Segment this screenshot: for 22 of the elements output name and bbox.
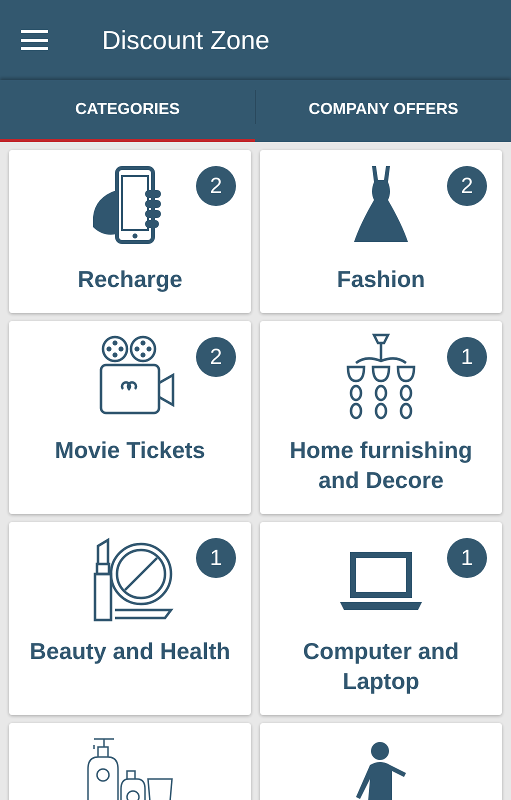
menu-icon[interactable] xyxy=(21,30,48,50)
app-title: Discount Zone xyxy=(102,24,270,56)
category-card[interactable]: 2 Recharge xyxy=(9,150,251,313)
category-label: Beauty and Health xyxy=(28,637,232,666)
count-badge: 1 xyxy=(196,538,236,578)
tab[interactable]: COMPANY OFFERS xyxy=(256,80,511,142)
category-label: Recharge xyxy=(76,265,184,294)
category-card[interactable]: 2 Movie Tickets xyxy=(9,321,251,514)
count-badge: 2 xyxy=(196,166,236,206)
count-badge: 1 xyxy=(447,538,487,578)
category-card[interactable]: 2 Fashion xyxy=(260,150,502,313)
category-label: Movie Tickets xyxy=(54,436,206,465)
category-card[interactable]: 1 Computer and Laptop xyxy=(260,522,502,715)
count-badge: 1 xyxy=(447,337,487,377)
category-label: Home furnishing and Decore xyxy=(288,436,474,495)
count-badge: 2 xyxy=(447,166,487,206)
category-card[interactable]: 1 Home furnishing and Decore xyxy=(260,321,502,514)
category-card[interactable]: 1 Beauty and Health xyxy=(9,522,251,715)
category-label: Fashion xyxy=(336,265,426,294)
category-label: Computer and Laptop xyxy=(302,637,460,696)
tab[interactable]: CATEGORIES xyxy=(0,80,255,142)
count-badge: 2 xyxy=(196,337,236,377)
